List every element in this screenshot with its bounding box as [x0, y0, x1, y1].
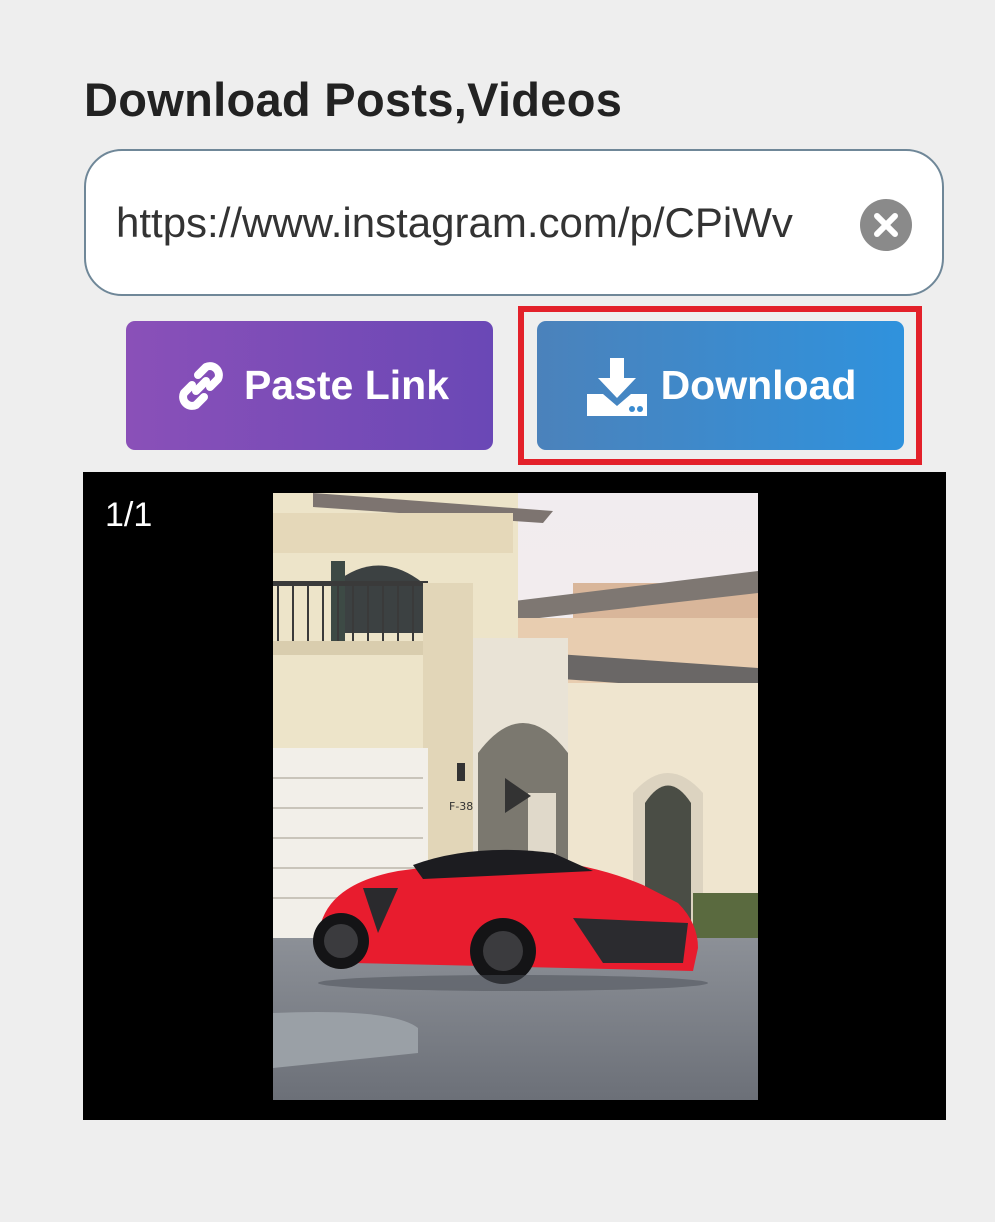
svg-text:F-38: F-38 [449, 800, 473, 813]
download-label: Download [660, 362, 857, 408]
download-button[interactable]: Download [537, 321, 904, 450]
media-preview: 1/1 F-38 [83, 472, 946, 1120]
post-photo-illustration: F-38 [273, 493, 758, 1100]
page: Download Posts,Videos Paste Link [0, 0, 995, 1222]
link-icon [179, 361, 223, 410]
page-title: Download Posts,Videos [84, 73, 623, 126]
close-circle-icon [874, 213, 898, 237]
paste-link-label: Paste Link [243, 362, 450, 408]
download-tray-icon [586, 357, 647, 416]
paste-link-button[interactable]: Paste Link [126, 321, 493, 450]
url-input[interactable] [116, 193, 796, 253]
media-counter: 1/1 [105, 496, 153, 534]
post-image[interactable]: F-38 [273, 493, 758, 1100]
clear-url-button[interactable] [860, 199, 912, 251]
url-input-box[interactable] [84, 149, 944, 296]
